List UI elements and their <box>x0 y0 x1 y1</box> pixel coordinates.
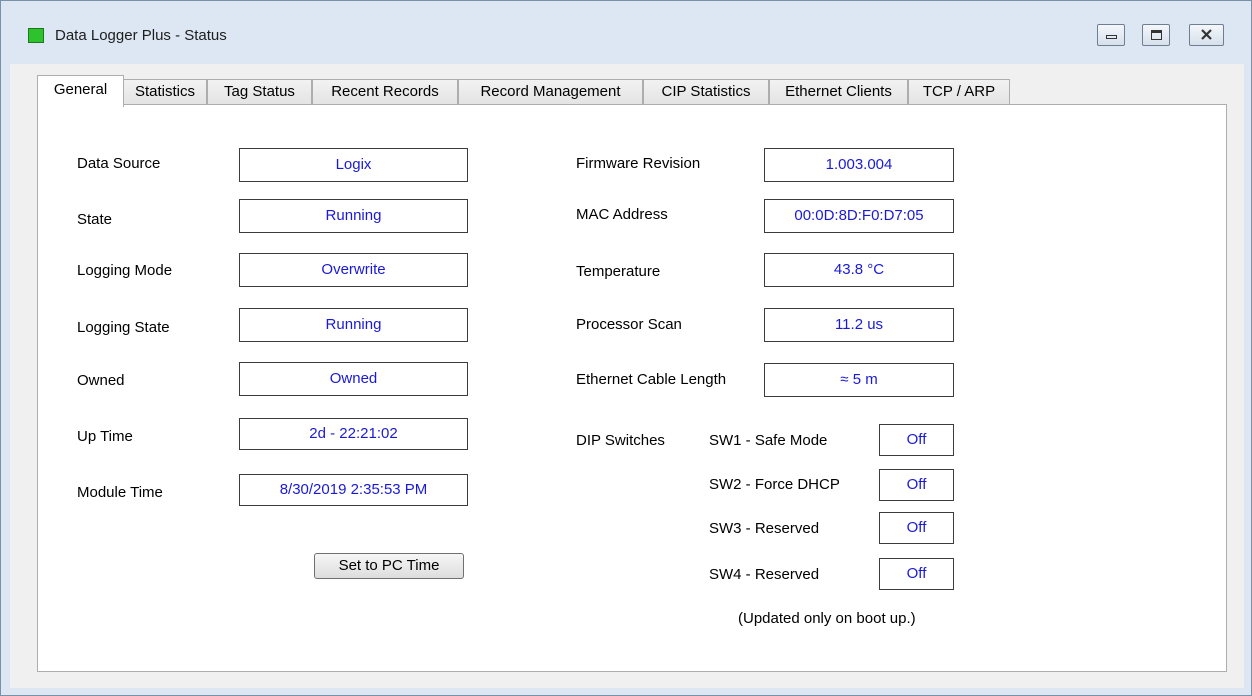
tab-tcp-arp[interactable]: TCP / ARP <box>908 79 1010 105</box>
ethernet-cable-length-label: Ethernet Cable Length <box>576 371 727 388</box>
sw1-label: SW1 - Safe Mode <box>709 432 828 449</box>
temperature-label: Temperature <box>576 263 661 280</box>
sw2-label: SW2 - Force DHCP <box>709 476 840 493</box>
mac-address-label: MAC Address <box>576 206 668 223</box>
owned-label: Owned <box>77 372 125 389</box>
tab-statistics[interactable]: Statistics <box>123 79 207 105</box>
sw4-label: SW4 - Reserved <box>709 566 820 583</box>
logging-state-label: Logging State <box>77 319 170 336</box>
logging-state-value: Running <box>239 308 468 342</box>
close-button[interactable] <box>1189 24 1224 46</box>
data-source-value: Logix <box>239 148 468 182</box>
tab-cip-statistics[interactable]: CIP Statistics <box>643 79 769 105</box>
close-icon <box>1201 29 1212 40</box>
sw2-value: Off <box>879 469 954 501</box>
temperature-value: 43.8 °C <box>764 253 954 287</box>
green-square-icon <box>28 28 44 43</box>
set-to-pc-time-button[interactable]: Set to PC Time <box>314 553 464 579</box>
sw3-label: SW3 - Reserved <box>709 520 820 537</box>
data-source-label: Data Source <box>77 155 161 172</box>
processor-scan-value: 11.2 us <box>764 308 954 342</box>
module-time-value: 8/30/2019 2:35:53 PM <box>239 474 468 506</box>
minimize-button[interactable] <box>1097 24 1125 46</box>
general-panel <box>37 104 1227 672</box>
tab-tag-status[interactable]: Tag Status <box>207 79 312 105</box>
ethernet-cable-length-value: ≈ 5 m <box>764 363 954 397</box>
tab-general[interactable]: General <box>37 75 124 107</box>
state-label: State <box>77 211 113 228</box>
window-title: Data Logger Plus - Status <box>55 27 227 44</box>
tab-recent-records[interactable]: Recent Records <box>312 79 458 105</box>
firmware-revision-label: Firmware Revision <box>576 155 701 172</box>
dip-switches-label: DIP Switches <box>576 432 665 449</box>
sw3-value: Off <box>879 512 954 544</box>
maximize-icon <box>1151 30 1162 40</box>
sw4-value: Off <box>879 558 954 590</box>
minimize-icon <box>1106 35 1117 39</box>
module-time-label: Module Time <box>77 484 163 501</box>
tab-ethernet-clients[interactable]: Ethernet Clients <box>769 79 908 105</box>
sw1-value: Off <box>879 424 954 456</box>
state-value: Running <box>239 199 468 233</box>
dip-note: (Updated only on boot up.) <box>738 610 916 627</box>
logging-mode-value: Overwrite <box>239 253 468 287</box>
title-bar[interactable]: Data Logger Plus - Status <box>1 1 1251 46</box>
processor-scan-label: Processor Scan <box>576 316 682 333</box>
mac-address-value: 00:0D:8D:F0:D7:05 <box>764 199 954 233</box>
up-time-label: Up Time <box>77 428 133 445</box>
tab-record-management[interactable]: Record Management <box>458 79 643 105</box>
app-window: Data Logger Plus - Status General Statis… <box>0 0 1252 696</box>
owned-value: Owned <box>239 362 468 396</box>
firmware-revision-value: 1.003.004 <box>764 148 954 182</box>
logging-mode-label: Logging Mode <box>77 262 173 279</box>
up-time-value: 2d - 22:21:02 <box>239 418 468 450</box>
tab-strip: General Statistics Tag Status Recent Rec… <box>27 75 1027 107</box>
maximize-button[interactable] <box>1142 24 1170 46</box>
